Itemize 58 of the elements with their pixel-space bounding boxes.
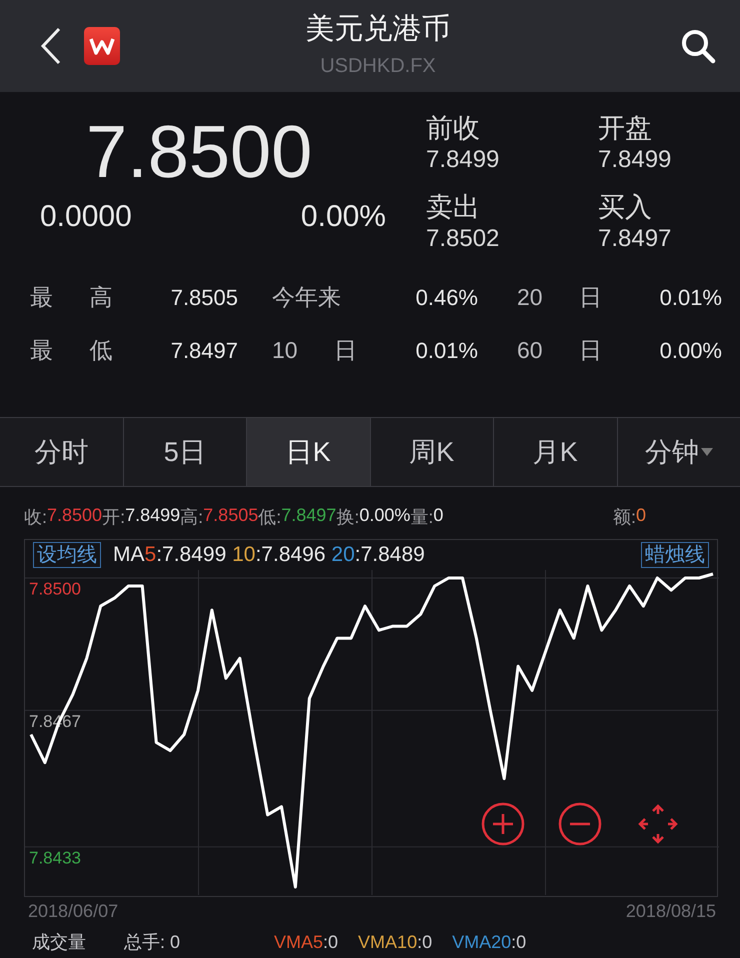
info-label: 开: [102, 506, 126, 529]
field-label: 前收 [426, 112, 481, 145]
info-value: 7.8499 [125, 505, 180, 527]
candlestick-button[interactable]: 蜡烛线 [641, 542, 709, 568]
vma-readout: VMA20:0 [452, 932, 526, 952]
info-label: 额: [612, 506, 636, 529]
info-label: 低: [258, 506, 282, 529]
stat-label: 最 低 [30, 336, 114, 365]
stat-value: 0.46% [414, 284, 478, 310]
info-value: 0 [433, 505, 444, 527]
field-value: 7.8497 [598, 225, 672, 253]
x-axis-label: 2018/06/07 [28, 901, 118, 922]
stat-label: 今年来 [271, 283, 342, 312]
stat-value: 0.00% [658, 338, 722, 364]
price-change: 0.0000 [40, 200, 132, 234]
volume-title: 成交量 [32, 931, 87, 954]
stat-label: 10 日 [271, 336, 358, 365]
search-icon[interactable] [680, 28, 716, 64]
zoom-out-icon[interactable] [558, 802, 602, 846]
info-label: 量: [410, 506, 434, 529]
stat-value: 0.01% [414, 338, 478, 364]
info-label: 收: [24, 506, 48, 529]
total-volume: 总手: 0 [124, 931, 182, 954]
info-value: 7.8497 [281, 505, 336, 527]
vma-readout: VMA5:0 [274, 932, 338, 952]
y-axis-label: 7.8433 [29, 848, 81, 868]
info-value: 0.00% [359, 505, 410, 527]
move-arrows-icon[interactable] [636, 802, 680, 846]
app-logo-icon[interactable] [84, 27, 120, 65]
info-value: 7.8505 [203, 505, 258, 525]
ma-settings-button[interactable]: 设均线 [33, 542, 101, 568]
last-price: 7.8500 [86, 110, 314, 194]
symbol-code: USDHKD.FX [320, 54, 436, 78]
field-value: 7.8499 [426, 146, 500, 174]
change-percent: 0.00% [300, 200, 386, 234]
vma-readout: VMA10:0 [358, 932, 432, 952]
y-axis-label: 7.8500 [29, 580, 81, 598]
stat-label: 60 日 [516, 336, 603, 365]
field-label: 买入 [598, 191, 653, 224]
info-label: 高: [180, 506, 204, 529]
stat-value: 0.01% [658, 284, 722, 310]
page-title: 美元兑港币 [306, 12, 450, 46]
stat-label: 20 日 [516, 283, 603, 312]
stat-label: 最 高 [30, 283, 114, 312]
field-value: 7.8499 [598, 146, 672, 174]
ma-readout: MA5:7.8499 10:7.8496 20:7.8489 [113, 543, 425, 567]
stat-value: 7.8505 [170, 284, 238, 310]
x-axis-label: 2018/08/15 [626, 901, 716, 922]
stat-value: 7.8497 [170, 338, 238, 364]
zoom-in-icon[interactable] [481, 802, 525, 846]
field-label: 卖出 [426, 191, 481, 224]
info-value: 7.8500 [47, 505, 102, 527]
back-icon[interactable] [40, 27, 62, 65]
period-tab[interactable]: 日K [247, 418, 370, 486]
field-value: 7.8502 [426, 225, 500, 253]
info-value: 0 [636, 505, 646, 527]
info-label: 换: [336, 506, 360, 529]
field-label: 开盘 [598, 112, 653, 145]
